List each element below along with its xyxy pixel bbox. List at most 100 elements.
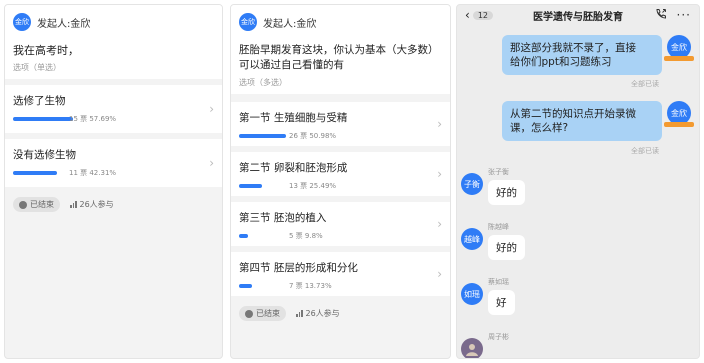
message-bubble[interactable]: 那这部分我就不录了，直接 给你们ppt和习题练习 [502, 35, 662, 75]
chevron-left-icon: ‹ [465, 8, 470, 22]
ended-icon [245, 309, 253, 318]
chevron-right-icon: › [437, 117, 442, 131]
avatar[interactable] [461, 338, 483, 358]
option-bar [239, 284, 252, 288]
option-label: 第二节 卵裂和胚泡形成 [239, 162, 348, 174]
message-line: 给你们ppt和习题练习 [510, 56, 612, 68]
message-incoming: 越峰 陈越峰 好的 [461, 222, 525, 260]
vote-question: 我在高考时， [13, 44, 79, 57]
sender-name: 周子彬 [488, 333, 509, 341]
read-receipt: 全部已读 [631, 80, 659, 88]
initiator-row: 金欣 发起人:金欣 [13, 13, 214, 31]
status-text: 已结束 [256, 309, 280, 318]
status-text: 已结束 [30, 200, 54, 209]
participants-text: 26人参与 [79, 200, 114, 209]
message-bubble[interactable]: 好的 [488, 180, 525, 205]
question-line: 可以通过自己看懂的有 [239, 59, 344, 71]
ended-icon [19, 200, 27, 209]
chat-title: 医学遗传与胚胎发育 [533, 11, 623, 23]
bar-chart-icon [296, 310, 303, 317]
option-label: 第三节 胚泡的植入 [239, 212, 327, 224]
option-label: 第一节 生殖细胞与受精 [239, 112, 348, 124]
option-result: 13 票 25.49% [239, 181, 442, 191]
option-bar [239, 234, 249, 238]
unread-count: 12 [472, 10, 493, 20]
option-stats: 7 票 13.73% [289, 282, 332, 290]
option-stats: 13 票 25.49% [289, 182, 337, 190]
avatar[interactable]: 金欣 [239, 13, 257, 31]
participants-count[interactable]: 26人参与 [296, 308, 340, 319]
avatar[interactable]: 子衡 [461, 173, 483, 195]
role-tag-icon [664, 122, 694, 127]
option-stats: 5 票 9.8% [289, 232, 323, 240]
avatar[interactable]: 越峰 [461, 228, 483, 250]
vote-panel-2: 金欣 发起人:金欣 胚胎早期发育这块，你认为基本（大多数） 可以通过自己看懂的有… [230, 4, 451, 359]
participants-count[interactable]: 26人参与 [70, 199, 114, 210]
option-label: 选修了生物 [13, 95, 66, 107]
chat-panel: ‹ 12 医学遗传与胚胎发育 ··· 那这部分我就不录了，直接 给你们ppt和习… [456, 4, 700, 359]
chevron-right-icon: › [209, 102, 214, 116]
read-receipt: 全部已读 [631, 147, 659, 155]
avatar[interactable]: 金欣 [664, 101, 694, 127]
call-icon[interactable] [655, 8, 667, 23]
vote-option[interactable]: 第四节 胚层的形成和分化 7 票 13.73% › [231, 252, 450, 296]
vote-option[interactable]: 第二节 卵裂和胚泡形成 13 票 25.49% › [231, 152, 450, 196]
initiator-label: 发起人:金欣 [37, 18, 91, 30]
avatar-text: 金欣 [671, 42, 687, 52]
message-line: 从第二节的知识点开始录微 [510, 108, 636, 120]
vote-option[interactable]: 选修了生物 15 票 57.69% › [5, 85, 222, 133]
message-incoming: 子衡 张子衡 好的 [461, 167, 525, 205]
back-button[interactable]: ‹ 12 [465, 8, 493, 22]
option-label: 第四节 胚层的形成和分化 [239, 262, 358, 274]
initiator-row: 金欣 发起人:金欣 [239, 13, 442, 31]
sender-name: 陈越峰 [488, 223, 509, 231]
option-bar [239, 184, 263, 188]
more-icon[interactable]: ··· [677, 8, 691, 22]
bar-chart-icon [70, 201, 77, 208]
vote-header: 金欣 发起人:金欣 我在高考时， 选项（单选） [5, 5, 222, 79]
message-bubble[interactable]: 从第二节的知识点开始录微 课，怎么样? [502, 101, 662, 141]
chevron-right-icon: › [209, 156, 214, 170]
sender-name: 张子衡 [488, 168, 509, 176]
chevron-right-icon: › [437, 167, 442, 181]
vote-type: 选项（多选） [239, 78, 287, 87]
vote-panel-1: 金欣 发起人:金欣 我在高考时， 选项（单选） 选修了生物 15 票 57.69… [4, 4, 223, 359]
vote-footer: 已结束 26人参与 [5, 187, 222, 222]
chevron-right-icon: › [437, 267, 442, 281]
option-bar [239, 134, 286, 138]
avatar[interactable]: 如瑶 [461, 283, 483, 305]
role-tag-icon [664, 56, 694, 61]
sender-name: 蔡如瑶 [488, 278, 509, 286]
status-badge: 已结束 [239, 306, 286, 321]
option-bar [13, 117, 73, 121]
option-stats: 15 票 57.69% [69, 115, 117, 123]
avatar-text: 金欣 [671, 108, 687, 118]
option-result: 11 票 42.31% [13, 168, 214, 178]
option-result: 5 票 9.8% [239, 231, 442, 241]
message-bubble[interactable]: 好的 [488, 235, 525, 260]
message-line: 课，怎么样? [510, 122, 569, 134]
message-line: 那这部分我就不录了，直接 [510, 42, 636, 54]
avatar[interactable]: 金欣 [13, 13, 31, 31]
chevron-right-icon: › [437, 217, 442, 231]
vote-option[interactable]: 第一节 生殖细胞与受精 26 票 50.98% › [231, 102, 450, 146]
vote-option[interactable]: 没有选修生物 11 票 42.31% › [5, 139, 222, 187]
option-result: 26 票 50.98% [239, 131, 442, 141]
chat-header: ‹ 12 医学遗传与胚胎发育 ··· [457, 6, 699, 24]
header-actions: ··· [655, 8, 691, 23]
initiator-label: 发起人:金欣 [263, 18, 317, 30]
vote-header: 金欣 发起人:金欣 胚胎早期发育这块，你认为基本（大多数） 可以通过自己看懂的有… [231, 5, 450, 94]
user-photo-icon [466, 344, 478, 356]
message-outgoing: 从第二节的知识点开始录微 课，怎么样? 金欣 [502, 101, 694, 141]
message-outgoing: 那这部分我就不录了，直接 给你们ppt和习题练习 金欣 [502, 35, 694, 75]
option-result: 15 票 57.69% [13, 114, 214, 124]
participants-text: 26人参与 [305, 309, 340, 318]
option-stats: 26 票 50.98% [289, 132, 337, 140]
message-bubble[interactable]: 好 [488, 290, 515, 315]
vote-option[interactable]: 第三节 胚泡的植入 5 票 9.8% › [231, 202, 450, 246]
avatar[interactable]: 金欣 [664, 35, 694, 61]
message-incoming: 周子彬 [461, 332, 509, 358]
message-incoming: 如瑶 蔡如瑶 好 [461, 277, 515, 315]
option-label: 没有选修生物 [13, 149, 76, 161]
vote-type: 选项（单选） [13, 63, 61, 72]
